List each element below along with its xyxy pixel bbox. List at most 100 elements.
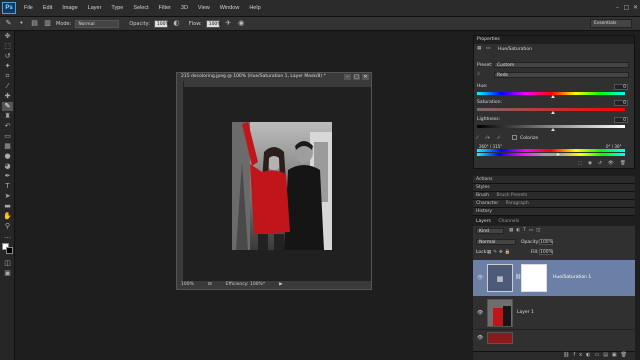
menu-edit[interactable]: Edit [38,5,57,11]
brush-presets-tab[interactable]: Brush Presets [496,193,527,198]
mode-select[interactable]: Normal [75,19,120,28]
type-tool-icon[interactable]: T [2,182,13,191]
screen-mode-icon[interactable]: ▣ [2,269,13,278]
hand-tool-icon[interactable]: ✋ [2,212,13,221]
workspace-switcher[interactable]: Essentials [590,19,632,28]
opacity-input[interactable]: 100% [153,19,170,28]
preset-dropdown[interactable]: Custom [494,62,629,68]
visibility-eye-icon[interactable]: 👁 [477,335,483,341]
colorize-checkbox[interactable] [512,135,517,140]
pressure-size-icon[interactable]: ◉ [237,19,246,28]
paragraph-tab[interactable]: Paragraph [506,201,529,206]
layer-name[interactable]: Hue/Saturation 1 [553,275,591,280]
dodge-tool-icon[interactable]: ◕ [2,162,13,171]
eyedropper-plus-icon[interactable]: ⁄+ [486,136,491,141]
doc-minimize-icon[interactable]: – [344,74,351,80]
menu-type[interactable]: Type [106,5,128,11]
zoom-level[interactable]: 100% [181,281,194,289]
layer-filter-kind[interactable]: Kind [476,228,504,234]
menu-view[interactable]: View [193,5,215,11]
lightness-input[interactable]: 0 [614,117,628,123]
doc-close-icon[interactable]: ✕ [362,74,369,80]
lock-icons[interactable]: ▦✎✥🔒 [487,250,512,255]
maximize-icon[interactable]: □ [622,4,631,12]
blend-mode-dropdown[interactable]: Normal [476,239,516,245]
status-icon[interactable]: ⊟ [208,281,212,289]
lightness-slider-thumb[interactable] [551,128,555,131]
layers-tab[interactable]: Layers [476,219,491,224]
menu-layer[interactable]: Layer [83,5,107,11]
menu-file[interactable]: File [19,5,38,11]
ruler-vertical[interactable] [177,81,184,282]
layer-opacity-input[interactable]: 100% [539,239,553,245]
ruler-horizontal[interactable] [184,81,371,88]
eyedropper-icon[interactable]: ⁄ [477,136,478,141]
saturation-input[interactable]: 0 [614,100,628,106]
gradient-tool-icon[interactable]: ▦ [2,142,13,151]
quick-select-tool-icon[interactable]: ✦ [2,62,13,71]
targeted-adjust-icon[interactable]: ☝ [477,72,480,77]
menu-image[interactable]: Image [57,5,82,11]
visibility-eye-icon[interactable]: 👁 [477,310,483,316]
marquee-tool-icon[interactable]: ⬚ [2,42,13,51]
character-tab[interactable]: Character [476,201,498,206]
pen-tool-icon[interactable]: ✒ [2,172,13,181]
status-arrow-icon[interactable]: ▶ [279,281,282,289]
actions-panel-tab[interactable]: Actions [473,176,635,184]
channel-dropdown[interactable]: Reds [494,72,629,78]
visibility-eye-icon[interactable]: 👁 [477,275,483,281]
more-tools-icon[interactable]: … [2,232,13,241]
brush-size-icon[interactable]: • [17,19,26,28]
zoom-tool-icon[interactable]: ⚲ [2,222,13,231]
canvas-area[interactable] [184,88,371,282]
doc-maximize-icon[interactable]: □ [353,74,360,80]
lasso-tool-icon[interactable]: ↺ [2,52,13,61]
flow-input[interactable]: 100% [205,19,222,28]
channels-tab[interactable]: Channels [498,219,519,224]
layer-mask-thumbnail[interactable] [521,264,547,292]
menu-3d[interactable]: 3D [176,5,193,11]
move-tool-icon[interactable]: ✥ [2,32,13,41]
saturation-slider-thumb[interactable] [551,111,555,114]
styles-panel-tab[interactable]: Styles [473,184,635,192]
eyedropper-tool-icon[interactable]: ⁄ [2,82,13,91]
color-range-bar-bottom[interactable] [477,153,625,156]
clip-to-layer-icon[interactable]: ⬚ [578,161,582,166]
shape-tool-icon[interactable]: ▬ [2,202,13,211]
menu-filter[interactable]: Filter [154,5,176,11]
minimize-icon[interactable]: – [613,4,622,12]
quick-mask-icon[interactable]: ◫ [2,259,13,268]
history-brush-tool-icon[interactable]: ↶ [2,122,13,131]
document-title[interactable]: 215 decoloring.jpeg @ 100% (Hue/Saturati… [177,73,371,81]
delete-icon[interactable]: 🗑 [620,161,626,166]
blur-tool-icon[interactable]: ● [2,152,13,161]
hue-input[interactable]: 0 [614,84,628,90]
background-color-swatch[interactable] [6,247,13,254]
clone-stamp-tool-icon[interactable]: ♜ [2,112,13,121]
healing-tool-icon[interactable]: ✚ [2,92,13,101]
fill-input[interactable]: 100% [539,249,553,255]
layer-row-background[interactable]: 👁 [473,330,635,346]
close-icon[interactable]: ✕ [631,4,640,12]
pressure-opacity-icon[interactable]: ◐ [172,19,181,28]
menu-window[interactable]: Window [215,5,245,11]
reset-icon[interactable]: ↺ [598,161,602,166]
brush-tab[interactable]: Brush [476,193,489,198]
hue-slider-thumb[interactable] [551,95,555,98]
eyedropper-minus-icon[interactable]: ⁄- [498,136,500,141]
visibility-icon[interactable]: 👁 [608,161,614,166]
airbrush-icon[interactable]: ✈ [224,19,233,28]
menu-help[interactable]: Help [244,5,265,11]
view-previous-icon[interactable]: ◉ [588,161,592,166]
layers-footer-icons[interactable]: ⛓fx◐▭▤▣🗑 [473,351,635,360]
color-swatches[interactable] [2,243,13,257]
layer-row-hue-saturation[interactable]: 👁 ▦ ⛓ Hue/Saturation 1 [473,260,635,296]
layer-name[interactable]: Layer 1 [517,310,534,315]
brush-tool-icon[interactable]: ✎ [2,102,13,111]
layer-filter-icons[interactable]: ▦◐T▭◫ [509,228,543,233]
brush-preset-icon[interactable]: ▥ [43,19,52,28]
path-select-tool-icon[interactable]: ➤ [2,192,13,201]
history-panel-tab[interactable]: History [473,208,635,216]
brush-panel-icon[interactable]: ▤ [30,19,39,28]
crop-tool-icon[interactable]: ⌗ [2,72,13,81]
